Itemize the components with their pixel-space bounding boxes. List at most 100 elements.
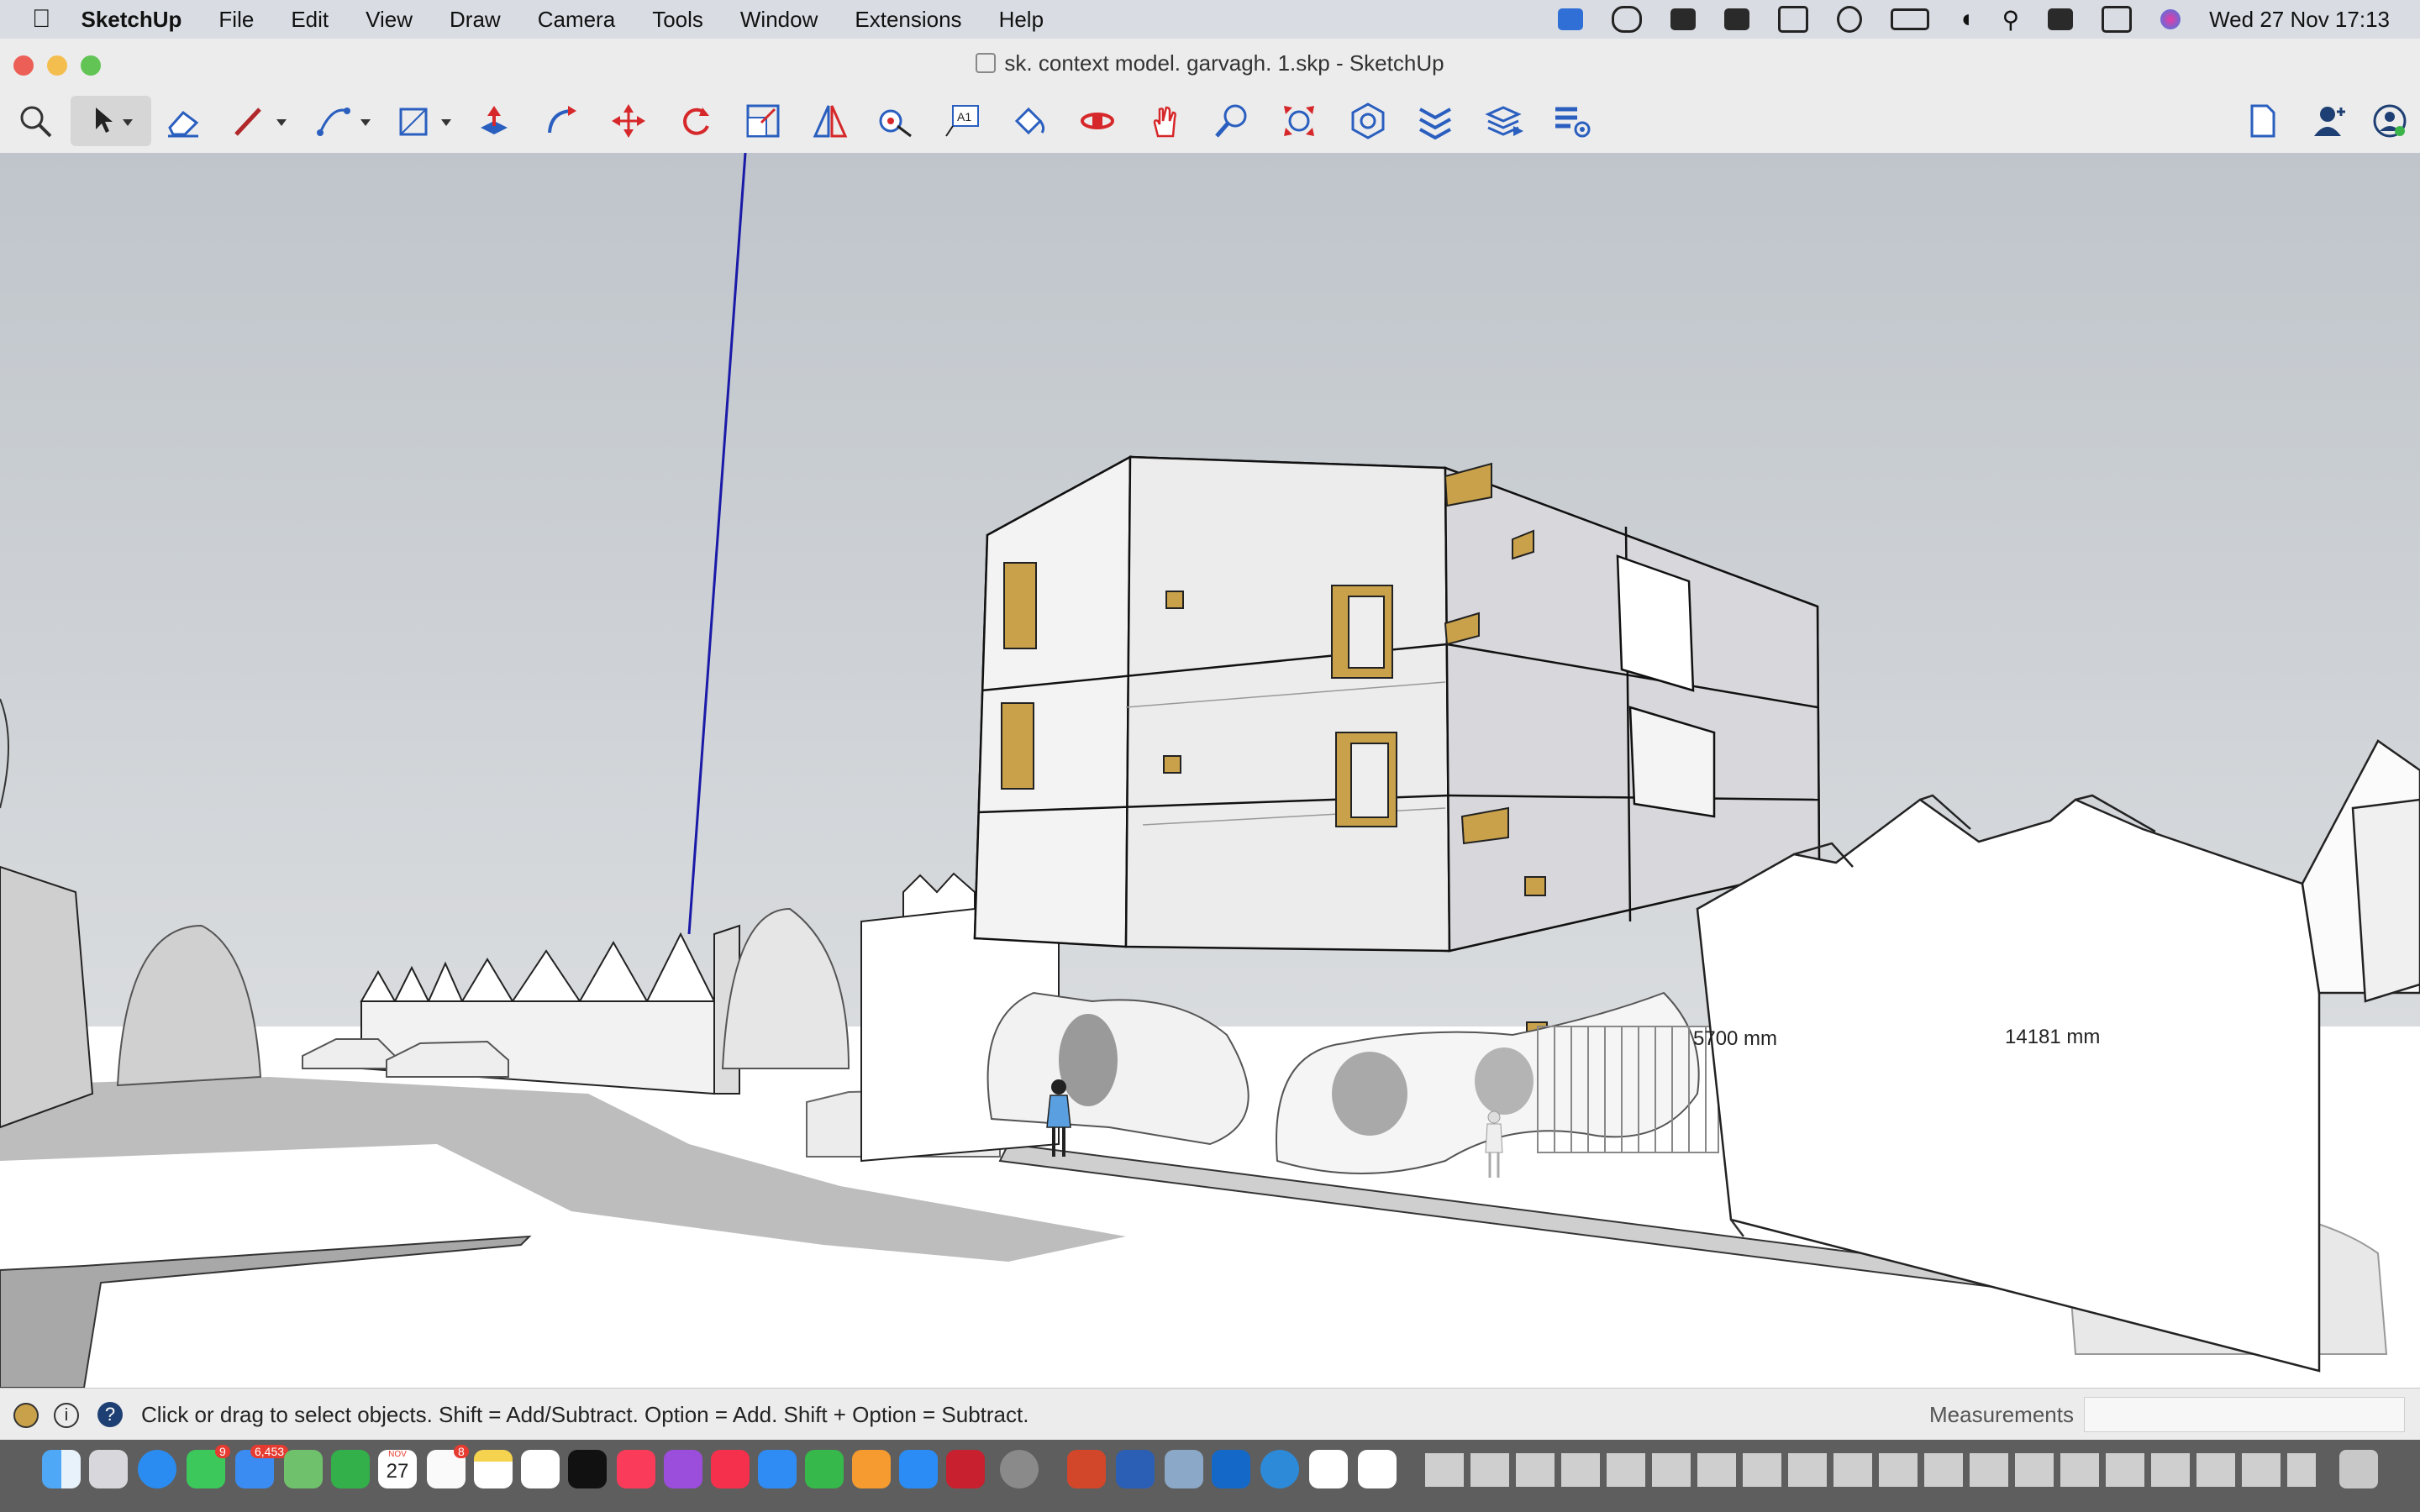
status-bar: i ? Click or drag to select objects. Shi… xyxy=(0,1388,2420,1441)
clock[interactable]: Wed 27 Nov 17:13 xyxy=(2209,7,2390,33)
zoom-tool-icon[interactable] xyxy=(1208,96,1255,146)
new-file-icon[interactable] xyxy=(2238,96,2286,146)
zoom-extents-tool-icon[interactable] xyxy=(1276,96,1323,146)
pan-tool-icon[interactable] xyxy=(1141,96,1188,146)
rectangle-tool-icon[interactable] xyxy=(392,96,459,146)
rotate-tool-icon[interactable] xyxy=(672,96,719,146)
instructor-help-icon[interactable]: ? xyxy=(97,1402,123,1427)
menu-tools[interactable]: Tools xyxy=(652,7,703,33)
geolocation-icon[interactable] xyxy=(13,1403,39,1428)
app-menu[interactable]: SketchUp xyxy=(82,7,182,33)
keynote-icon[interactable] xyxy=(758,1450,797,1488)
freeform-icon[interactable] xyxy=(521,1450,560,1488)
text-tool-icon[interactable]: A1 xyxy=(938,96,985,146)
google-play-icon[interactable] xyxy=(1358,1450,1397,1488)
wifi-icon[interactable]: ◖ xyxy=(1958,5,1973,34)
screenshot-icon[interactable] xyxy=(1670,8,1697,30)
profile-icon[interactable] xyxy=(2366,96,2413,146)
menu-view[interactable]: View xyxy=(366,7,413,33)
notes-icon[interactable] xyxy=(474,1450,513,1488)
follow-me-tool-icon[interactable] xyxy=(538,96,585,146)
model-viewport[interactable]: 5700 mm 14181 mm xyxy=(0,153,2420,1388)
account-icon[interactable] xyxy=(2306,96,2353,146)
eraser-tool-icon[interactable] xyxy=(160,96,207,146)
window-west-lower xyxy=(1001,702,1034,790)
messages-badge: 9 xyxy=(215,1445,230,1458)
facetime-icon[interactable] xyxy=(331,1450,370,1488)
base-void-3 xyxy=(1475,1047,1534,1115)
finder-icon[interactable] xyxy=(42,1450,81,1488)
reminders-badge: 8 xyxy=(454,1445,469,1458)
menu-camera[interactable]: Camera xyxy=(538,7,615,33)
status-message: Click or drag to select objects. Shift =… xyxy=(141,1402,1029,1427)
apple-menu-icon[interactable]:  xyxy=(32,5,51,34)
media-play-icon[interactable] xyxy=(1724,8,1750,30)
podcasts-icon[interactable] xyxy=(664,1450,702,1488)
apple-tv-icon[interactable] xyxy=(568,1450,607,1488)
battery-icon[interactable] xyxy=(1891,8,1930,30)
menu-help[interactable]: Help xyxy=(999,7,1044,33)
dimension-label-width[interactable]: 5700 mm xyxy=(1693,1027,1777,1050)
calendar-month: NOV xyxy=(388,1450,407,1459)
menu-window[interactable]: Window xyxy=(740,7,818,33)
display-icon[interactable] xyxy=(1778,6,1809,33)
svg-text:A1: A1 xyxy=(957,110,971,123)
measurements-input[interactable] xyxy=(2084,1397,2405,1432)
app-store-icon[interactable] xyxy=(899,1450,938,1488)
creative-cloud-icon[interactable] xyxy=(1558,8,1584,30)
search-tool-icon[interactable] xyxy=(12,96,59,146)
menu-extensions[interactable]: Extensions xyxy=(855,7,961,33)
calendar-icon[interactable]: NOV 27 xyxy=(378,1450,417,1488)
news-icon[interactable] xyxy=(711,1450,750,1488)
trash-icon[interactable] xyxy=(2339,1450,2378,1488)
paint-bucket-tool-icon[interactable] xyxy=(1005,96,1052,146)
dock-window-thumbnails[interactable] xyxy=(1425,1453,2316,1487)
base-void-2 xyxy=(1332,1052,1407,1136)
move-tool-icon[interactable] xyxy=(605,96,652,146)
base-void-1 xyxy=(1059,1014,1118,1106)
powerpoint-icon[interactable] xyxy=(1067,1450,1106,1488)
dimension-label-length[interactable]: 14181 mm xyxy=(2005,1026,2100,1048)
outlook-icon[interactable] xyxy=(1212,1450,1250,1488)
arc-tool-icon[interactable] xyxy=(311,96,378,146)
keyboard-icon[interactable] xyxy=(2048,8,2074,30)
system-settings-icon[interactable] xyxy=(1000,1450,1039,1488)
word-icon[interactable] xyxy=(1116,1450,1155,1488)
extension-warehouse-icon[interactable] xyxy=(1412,96,1459,146)
siri-icon[interactable] xyxy=(2160,9,2181,29)
numbers-icon[interactable] xyxy=(805,1450,844,1488)
pages-icon[interactable] xyxy=(852,1450,891,1488)
layout-icon[interactable] xyxy=(1482,96,1529,146)
autocad-icon[interactable] xyxy=(946,1450,985,1488)
canva-icon[interactable] xyxy=(1260,1450,1299,1488)
now-playing-icon[interactable] xyxy=(1837,6,1863,33)
preview-icon[interactable] xyxy=(1165,1450,1203,1488)
macos-menu-bar:  SketchUp File Edit View Draw Camera To… xyxy=(0,0,2420,39)
select-tool-icon[interactable] xyxy=(71,96,151,146)
credits-info-icon[interactable]: i xyxy=(54,1403,79,1428)
pencil-line-tool-icon[interactable] xyxy=(227,96,294,146)
music-icon[interactable] xyxy=(617,1450,655,1488)
launchpad-icon[interactable] xyxy=(89,1450,128,1488)
sketchup-dock-icon[interactable] xyxy=(1309,1450,1348,1488)
tape-measure-tool-icon[interactable] xyxy=(871,96,918,146)
spotlight-search-icon[interactable]: ⚲ xyxy=(2002,6,2020,34)
warehouse-icon[interactable] xyxy=(1344,96,1392,146)
window-title: sk. context model. garvagh. 1.skp - Sket… xyxy=(0,50,2420,76)
flip-tool-icon[interactable] xyxy=(807,96,854,146)
calendar-day: 27 xyxy=(386,1460,409,1483)
cloud-sync-icon[interactable] xyxy=(1612,6,1643,33)
push-pull-tool-icon[interactable] xyxy=(471,96,518,146)
mail-badge: 6,453 xyxy=(250,1445,289,1458)
sketchup-file-icon xyxy=(976,53,997,73)
orbit-tool-icon[interactable] xyxy=(1074,96,1121,146)
menu-file[interactable]: File xyxy=(218,7,254,33)
safari-icon[interactable] xyxy=(138,1450,176,1488)
extension-manager-icon[interactable] xyxy=(1549,96,1597,146)
scale-tool-icon[interactable] xyxy=(739,96,786,146)
control-center-icon[interactable] xyxy=(2102,6,2133,33)
menu-edit[interactable]: Edit xyxy=(291,7,329,33)
maps-icon[interactable] xyxy=(284,1450,323,1488)
3d-scene[interactable]: 5700 mm 14181 mm xyxy=(0,153,2420,1388)
menu-draw[interactable]: Draw xyxy=(450,7,501,33)
